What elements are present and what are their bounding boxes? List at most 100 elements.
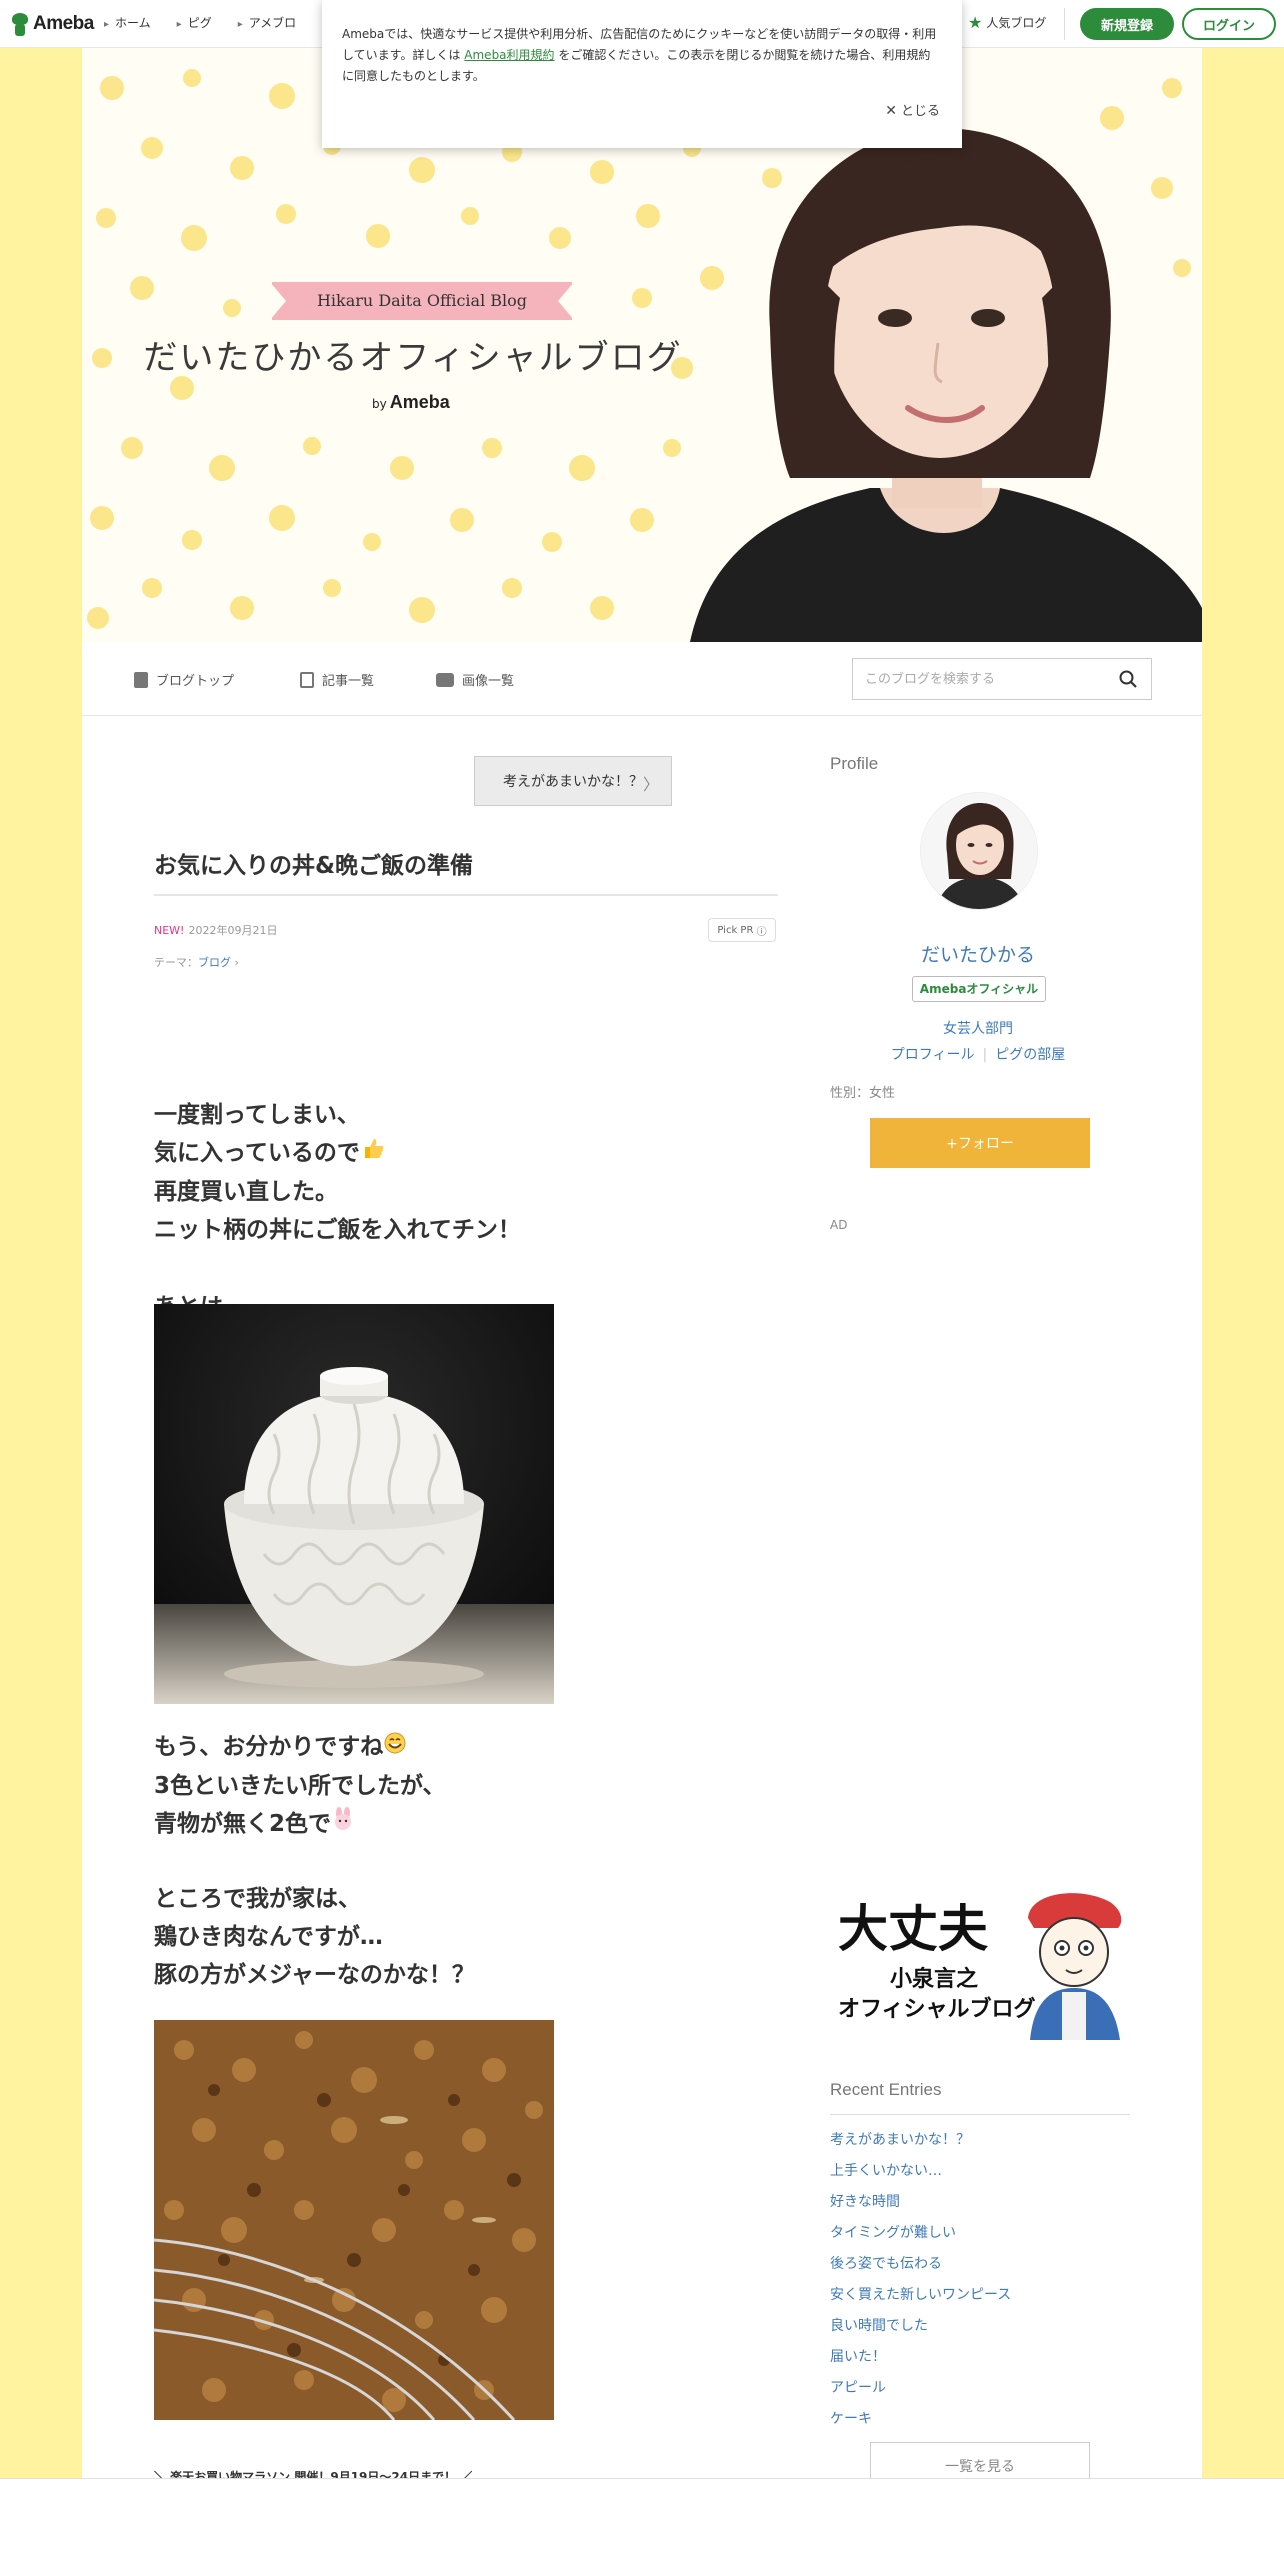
previous-entry-label: 考えがあまいかな！？: [503, 774, 643, 790]
thumbs-up-emoji-icon: [360, 1135, 386, 1173]
recent-entry-link[interactable]: 考えがあまいかな！？: [830, 2130, 1011, 2161]
avatar-image: [921, 793, 1037, 909]
blog-search-input[interactable]: [853, 659, 1103, 699]
close-icon: ✕: [885, 103, 897, 119]
header-divider: [1064, 8, 1065, 40]
text-line: ニット柄の丼にご飯を入れてチン！: [154, 1216, 521, 1243]
theme-link[interactable]: ブログ: [198, 956, 231, 969]
ground-meat-image: [154, 2020, 554, 2420]
link-separator: |: [982, 1047, 988, 1063]
nav-blog-top[interactable]: ブログトップ: [134, 670, 234, 689]
official-badge[interactable]: Amebaオフィシャル: [912, 976, 1046, 1002]
chevron-right-icon: 〉: [642, 775, 659, 794]
star-icon: ★: [968, 12, 983, 32]
text-line: 気に入っているので: [154, 1134, 521, 1173]
profile-gender: 性別：女性: [830, 1086, 896, 1101]
text-line: 青物が無く2色で: [154, 1805, 446, 1844]
chevron-right-icon: ›: [234, 956, 239, 969]
pickpr-label: Pick PR: [717, 924, 754, 936]
blog-subtitle-ribbon: Hikaru Daita Official Blog: [270, 282, 574, 320]
recent-entries-heading: Recent Entries: [830, 2080, 942, 2099]
ribbon-text: Hikaru Daita Official Blog: [316, 291, 528, 310]
bottom-fixed-bar: [0, 2478, 1284, 2568]
text-line-content: 気に入っているので: [154, 1140, 360, 1166]
profile-name[interactable]: だいたひかる: [830, 940, 1126, 967]
global-nav-ameblo[interactable]: アメブロ: [238, 14, 296, 31]
recent-entry-link[interactable]: 上手くいかない…: [830, 2161, 1011, 2192]
blog-nav: ブログトップ 記事一覧 画像一覧: [82, 642, 1202, 716]
camera-icon: [436, 672, 454, 687]
recent-entry-link[interactable]: 安く買えた新しいワンピース: [830, 2285, 1011, 2316]
recent-entry-link[interactable]: アピール: [830, 2378, 1011, 2409]
popular-blog-link[interactable]: ★ 人気ブログ: [968, 14, 1046, 31]
entry-title[interactable]: お気に入りの丼&晩ご飯の準備: [154, 846, 778, 880]
entry-paragraph-4: ところで我が家は、 鶏ひき肉なんですが… 豚の方がメジャーなのかな！？: [154, 1880, 475, 1994]
blog-container: Hikaru Daita Official Blog だいたひかるオフィシャルブ…: [82, 48, 1202, 2490]
nav-blog-top-label: ブログトップ: [156, 674, 235, 689]
global-nav-pig[interactable]: ピグ: [177, 14, 212, 31]
text-line: 再度買い直した。: [154, 1178, 338, 1205]
nav-image-list-label: 画像一覧: [462, 674, 515, 689]
follow-button[interactable]: +フォロー: [870, 1118, 1090, 1168]
profile-link[interactable]: プロフィール: [891, 1047, 975, 1063]
info-icon: ⓘ: [756, 926, 767, 938]
cookie-close-button[interactable]: ✕ とじる: [885, 100, 940, 119]
entry-meta: NEW! 2022年09月21日: [154, 922, 277, 938]
blog-title: だいたひかるオフィシャルブログ: [143, 338, 683, 378]
entry-date: 2022年09月21日: [188, 924, 278, 937]
profile-avatar[interactable]: [920, 792, 1038, 910]
recent-entries-divider: [830, 2114, 1130, 2115]
banner-subtitle-2: オフィシャルブログ: [838, 1996, 1036, 2022]
ad-label: AD: [830, 1218, 848, 1232]
ameba-logo[interactable]: Ameba: [10, 10, 94, 38]
text-line-content: 青物が無く2色で: [154, 1810, 332, 1837]
new-badge: NEW!: [154, 924, 185, 937]
pickpr-button[interactable]: Pick PR ⓘ: [708, 918, 776, 942]
profile-category[interactable]: 女芸人部門: [830, 1018, 1126, 1038]
banner-title: 大丈夫: [838, 1900, 989, 1958]
text-line: ところで我が家は、: [154, 1886, 361, 1912]
recent-entry-link[interactable]: 好きな時間: [830, 2192, 1011, 2223]
banner-image: 大丈夫 小泉言之 オフィシャルブログ: [830, 1888, 1130, 2040]
donburi-bowl-photo[interactable]: [154, 1304, 554, 1704]
text-line: もう、お分かりですね: [154, 1728, 446, 1767]
by-ameba-brand: Ameba: [389, 392, 450, 412]
pig-room-link[interactable]: ピグの部屋: [995, 1047, 1065, 1063]
popular-blog-label: 人気ブログ: [986, 16, 1047, 30]
nav-entry-list[interactable]: 記事一覧: [300, 670, 374, 689]
recent-entries-list: 考えがあまいかな！？ 上手くいかない… 好きな時間 タイミングが難しい 後ろ姿で…: [830, 2130, 1011, 2440]
text-line-content: もう、お分かりですね: [154, 1734, 384, 1760]
global-nav: ホーム ピグ アメブロ: [104, 14, 296, 31]
register-button[interactable]: 新規登録: [1080, 8, 1174, 40]
nav-image-list[interactable]: 画像一覧: [436, 670, 514, 689]
ground-chicken-photo[interactable]: [154, 2020, 554, 2420]
recent-entry-link[interactable]: ケーキ: [830, 2409, 1011, 2440]
recent-entry-link[interactable]: 良い時間でした: [830, 2316, 1011, 2347]
by-ameba: by Ameba: [372, 392, 450, 413]
profile-heading: Profile: [830, 754, 879, 773]
login-button[interactable]: ログイン: [1182, 8, 1276, 40]
blog-search: [852, 658, 1152, 700]
cookie-text: Amebaでは、快適なサービス提供や利用分析、広告配信のためにクッキーなどを使い…: [342, 24, 940, 87]
recent-entry-link[interactable]: 後ろ姿でも伝わる: [830, 2254, 1011, 2285]
theme-label: テーマ：: [154, 956, 198, 969]
banner-subtitle-1: 小泉言之: [890, 1966, 978, 1992]
ameba-mascot-icon: [10, 11, 30, 37]
title-divider: [154, 894, 778, 896]
profile-links: プロフィール | ピグの部屋: [830, 1044, 1126, 1064]
entry-theme: テーマ：ブログ ›: [154, 954, 239, 970]
recent-entry-link[interactable]: タイミングが難しい: [830, 2223, 1011, 2254]
nav-entry-list-label: 記事一覧: [322, 674, 375, 689]
cookie-close-label: とじる: [900, 104, 940, 119]
bowl-image: [154, 1304, 554, 1704]
previous-entry-link[interactable]: 考えがあまいかな！？〉: [474, 756, 672, 806]
global-nav-home[interactable]: ホーム: [104, 14, 151, 31]
text-line: 一度割ってしまい、: [154, 1102, 360, 1128]
blogger-portrait: [690, 128, 1202, 642]
search-icon[interactable]: [1119, 670, 1137, 688]
document-icon: [134, 671, 148, 688]
by-label: by: [372, 397, 387, 411]
blog-ad-banner[interactable]: 大丈夫 小泉言之 オフィシャルブログ: [830, 1888, 1130, 2040]
terms-link[interactable]: Ameba利用規約: [464, 48, 554, 62]
recent-entry-link[interactable]: 届いた！: [830, 2347, 1011, 2378]
